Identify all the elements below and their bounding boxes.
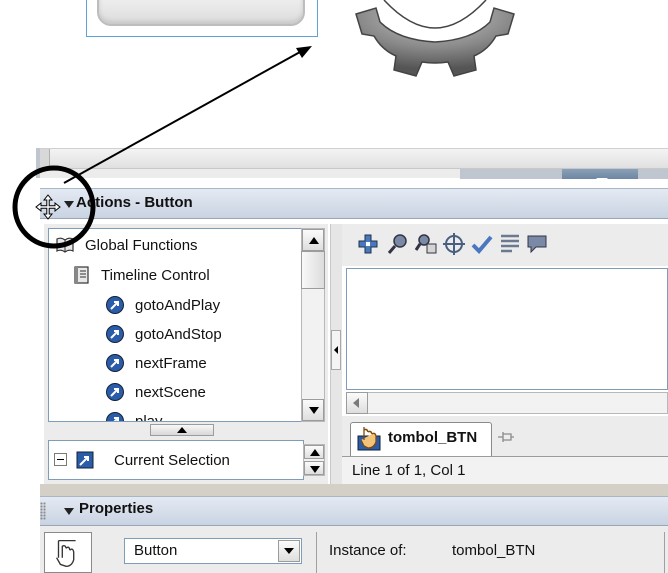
button-symbol-icon <box>357 427 381 451</box>
tree-item-label: gotoAndPlay <box>135 296 221 314</box>
panel-gripper-icon[interactable] <box>40 502 46 520</box>
action-arrow-icon <box>106 354 124 372</box>
scroll-left-arrow-icon <box>353 398 359 408</box>
book-icon <box>74 266 89 284</box>
panel-divider[interactable] <box>40 484 668 496</box>
current-selection-label[interactable]: Current Selection <box>114 452 230 469</box>
tree-item-play[interactable]: play <box>105 407 163 422</box>
cursor-position-text: Line 1 of 1, Col 1 <box>352 462 466 479</box>
toolbox-scroll-thumb[interactable] <box>301 251 325 289</box>
current-selection-icon <box>76 451 94 469</box>
tree-item-label: nextFrame <box>135 354 207 372</box>
script-horizontal-scrollbar[interactable] <box>346 392 668 414</box>
replace-icon[interactable] <box>414 232 438 256</box>
action-arrow-icon <box>106 325 124 343</box>
navigator-scrollbar[interactable] <box>303 444 325 476</box>
scroll-up-button[interactable] <box>304 445 324 459</box>
action-arrow-icon <box>106 296 124 314</box>
scroll-down-button[interactable] <box>304 461 324 475</box>
scroll-down-button[interactable] <box>302 399 324 421</box>
collapse-triangle-icon[interactable] <box>64 201 74 208</box>
button-symbol[interactable] <box>97 0 305 26</box>
move-cursor-icon <box>35 194 61 220</box>
tree-item-label: gotoAndStop <box>135 325 222 343</box>
collapse-triangle-icon[interactable] <box>64 508 74 515</box>
collapse-node-icon[interactable] <box>54 453 67 466</box>
tree-item-timeline-control[interactable]: Timeline Control <box>71 261 210 289</box>
action-arrow-icon <box>106 412 124 421</box>
chevron-down-icon <box>284 548 294 554</box>
book-open-icon <box>56 237 74 253</box>
instance-of-value: tombol_BTN <box>452 542 536 559</box>
button-hand-icon <box>44 532 92 573</box>
button-symbol-selection[interactable] <box>86 0 318 37</box>
tree-item-label: Timeline Control <box>101 266 210 284</box>
pin-script-icon[interactable] <box>496 428 516 446</box>
stage-scroll-track[interactable] <box>40 149 668 169</box>
code-hint-icon[interactable] <box>526 232 550 256</box>
stage-horizontal-scrollbar[interactable] <box>40 148 668 179</box>
check-syntax-icon[interactable] <box>470 232 494 256</box>
stage-scroll-left-button[interactable] <box>40 149 50 169</box>
actions-toolbox-tree[interactable]: Global Functions Timeline Control gotoAn… <box>48 228 304 422</box>
resize-up-arrow-icon <box>177 427 187 433</box>
script-editor[interactable] <box>346 268 668 390</box>
symbol-type-value: Button <box>134 542 178 559</box>
tree-item-global-functions[interactable]: Global Functions <box>55 231 198 259</box>
divider <box>316 532 317 573</box>
target-path-icon[interactable] <box>442 232 466 256</box>
tree-item-nextscene[interactable]: nextScene <box>105 378 206 406</box>
tree-item-nextframe[interactable]: nextFrame <box>105 349 207 377</box>
divider <box>664 532 665 573</box>
collapse-left-icon <box>334 346 338 354</box>
tree-item-label: play <box>135 412 163 422</box>
auto-format-icon[interactable] <box>498 232 522 256</box>
collapse-arrow-icon <box>596 178 608 183</box>
action-arrow-icon <box>106 383 124 401</box>
tree-item-label: Global Functions <box>85 236 198 254</box>
tree-item-gotoandstop[interactable]: gotoAndStop <box>105 320 222 348</box>
add-statement-icon[interactable] <box>356 232 380 256</box>
find-icon[interactable] <box>386 232 410 256</box>
tree-item-label: nextScene <box>135 383 206 401</box>
tab-label: tombol_BTN <box>388 429 478 446</box>
properties-panel-title: Properties <box>79 500 154 517</box>
actions-panel-title: Actions - Button <box>76 194 193 211</box>
instance-of-label: Instance of: <box>329 542 407 559</box>
scroll-up-button[interactable] <box>302 229 324 251</box>
gear-icon <box>355 0 515 77</box>
tree-item-gotoandplay[interactable]: gotoAndPlay <box>105 291 220 319</box>
